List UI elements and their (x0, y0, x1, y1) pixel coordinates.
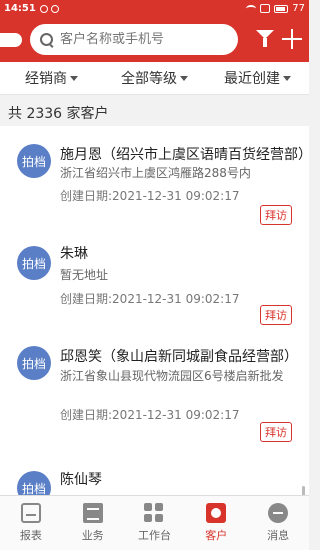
message-icon (268, 503, 289, 523)
customer-card[interactable]: 拍档 施月恩（绍兴市上虞区语晴百货经营部） 浙江省绍兴市上虞区鸿雁路288号内 … (0, 126, 309, 228)
notification-icon (39, 4, 48, 13)
tab-workbench-label: 工作台 (137, 529, 171, 542)
search-input[interactable] (60, 32, 230, 47)
filter-dealer-label: 经销商 (25, 71, 67, 87)
app-screen: 14:51 77 经销商 全部等级 最近创建 共 2336 家客户 (0, 0, 309, 550)
customer-name: 邱恩笑（象山启新同城副食品经营部） (60, 349, 298, 365)
tab-workbench[interactable]: 工作台 (124, 496, 186, 550)
business-icon (82, 503, 103, 523)
filter-icon[interactable] (256, 30, 274, 48)
filter-bar: 经销商 全部等级 最近创建 (0, 62, 309, 95)
created-date: 创建日期:2021-12-31 09:02:17 (60, 292, 240, 306)
created-date: 创建日期:2021-12-31 09:02:17 (60, 408, 240, 422)
customer-name: 朱琳 (60, 246, 88, 262)
scrollbar[interactable] (302, 486, 305, 495)
customer-card[interactable]: 拍档 陈仙琴 (0, 461, 309, 495)
visit-button[interactable]: 拜访 (260, 205, 292, 225)
customer-address: 暂无地址 (60, 268, 109, 282)
battery-icon (274, 4, 289, 13)
back-icon[interactable] (0, 33, 22, 47)
filter-sort[interactable]: 最近创建 (206, 62, 309, 94)
customer-name: 施月恩（绍兴市上虞区语晴百货经营部） (60, 147, 309, 163)
tab-customer-label: 客户 (205, 529, 228, 542)
customer-count: 共 2336 家客户 (0, 95, 309, 126)
visit-button[interactable]: 拜访 (260, 422, 292, 442)
search-icon (40, 32, 54, 47)
avatar: 拍档 (17, 346, 51, 380)
header (0, 17, 309, 62)
status-time: 14:51 (4, 3, 36, 14)
workbench-icon (144, 503, 164, 523)
customer-list: 拍档 施月恩（绍兴市上虞区语晴百货经营部） 浙江省绍兴市上虞区鸿雁路288号内 … (0, 126, 309, 495)
customer-name: 陈仙琴 (60, 472, 102, 488)
sync-icon (50, 4, 59, 13)
visit-button[interactable]: 拜访 (260, 305, 292, 325)
tab-business-label: 业务 (81, 529, 104, 542)
customer-icon (206, 503, 227, 523)
chevron-down-icon (180, 75, 188, 81)
customer-address: 浙江省绍兴市上虞区鸿雁路288号内 (60, 166, 251, 180)
customer-card[interactable]: 拍档 邱恩笑（象山启新同城副食品经营部） 浙江省象山县现代物流园区6号楼启新批发… (0, 340, 309, 455)
tab-message[interactable]: 消息 (247, 496, 309, 550)
tab-message-label: 消息 (267, 529, 290, 542)
report-icon (20, 503, 41, 523)
avatar: 拍档 (17, 144, 51, 178)
filter-dealer[interactable]: 经销商 (0, 62, 103, 94)
tab-report-label: 报表 (19, 529, 42, 542)
battery-level: 77 (292, 3, 305, 14)
avatar: 拍档 (17, 246, 51, 280)
chevron-down-icon (283, 75, 291, 81)
bottom-tab-bar: 报表 业务 工作台 客户 消息 (0, 495, 309, 550)
filter-sort-label: 最近创建 (224, 71, 280, 87)
tab-customer[interactable]: 客户 (185, 496, 247, 550)
status-bar: 14:51 77 (0, 0, 309, 17)
tab-report[interactable]: 报表 (0, 496, 62, 550)
chevron-down-icon (70, 75, 78, 81)
tab-business[interactable]: 业务 (62, 496, 124, 550)
sim-icon (260, 4, 271, 13)
status-right: 77 (246, 3, 305, 14)
wifi-icon (246, 5, 257, 12)
filter-level-label: 全部等级 (121, 71, 177, 87)
customer-address: 浙江省象山县现代物流园区6号楼启新批发 (60, 369, 284, 383)
created-date: 创建日期:2021-12-31 09:02:17 (60, 189, 240, 203)
search-box[interactable] (30, 24, 238, 55)
avatar: 拍档 (17, 471, 51, 495)
filter-level[interactable]: 全部等级 (103, 62, 206, 94)
add-icon[interactable] (282, 29, 302, 49)
customer-card[interactable]: 拍档 朱琳 暂无地址 创建日期:2021-12-31 09:02:17 拜访 (0, 234, 309, 334)
